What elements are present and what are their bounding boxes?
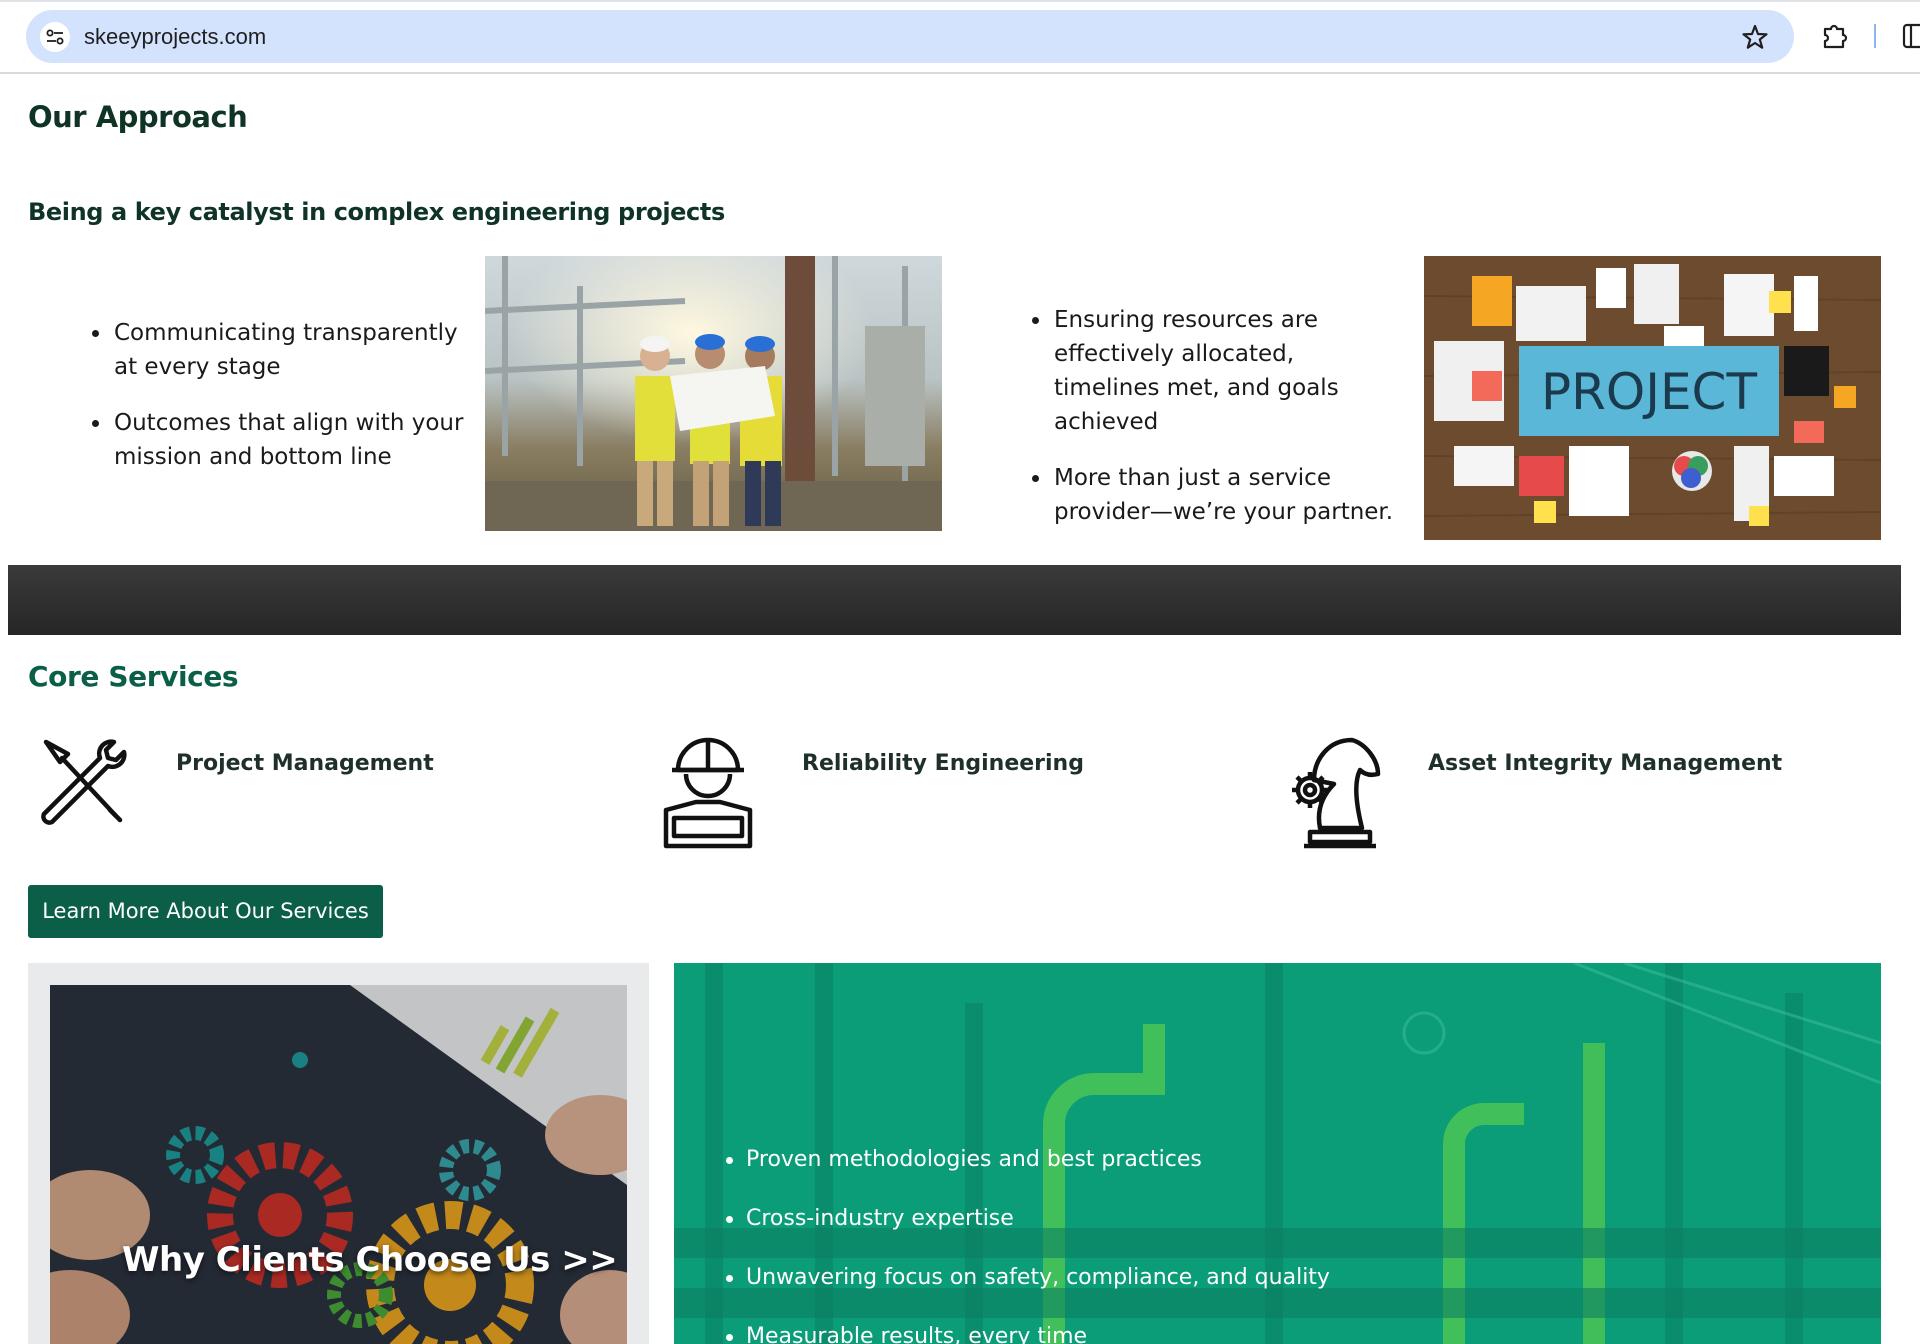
benefits-list: Proven methodologies and best practices …: [726, 1145, 1330, 1344]
list-item: Communicating transparently at every sta…: [92, 316, 472, 384]
tab-strip-edge: [0, 0, 1920, 2]
list-item: Cross-industry expertise: [726, 1204, 1330, 1263]
section-title-approach: Our Approach: [28, 100, 248, 134]
list-item: Unwavering focus on safety, compliance, …: [726, 1263, 1330, 1322]
list-item: Measurable results, every time: [726, 1322, 1330, 1344]
service-project-management: Project Management: [176, 751, 434, 776]
project-board-text: PROJECT: [1541, 363, 1757, 421]
url-text[interactable]: skeeyprojects.com: [84, 24, 266, 50]
section-subtitle-approach: Being a key catalyst in complex engineer…: [28, 198, 725, 226]
list-item: Ensuring resources are effectively alloc…: [1032, 303, 1402, 439]
service-asset-integrity-management: Asset Integrity Management: [1428, 751, 1783, 776]
chess-knight-gear-icon: [1280, 728, 1384, 854]
section-title-core-services: Core Services: [28, 660, 239, 693]
why-clients-title[interactable]: Why Clients Choose Us >>: [122, 1240, 618, 1280]
service-reliability-engineering: Reliability Engineering: [802, 751, 1084, 776]
benefits-panel: Proven methodologies and best practices …: [674, 963, 1881, 1344]
project-board-photo: PROJECT: [1424, 256, 1881, 540]
list-item: Outcomes that align with your mission an…: [92, 406, 472, 474]
toolbar-separator: [1874, 24, 1876, 48]
engineers-site-photo: [485, 256, 942, 531]
extensions-puzzle-icon[interactable]: [1818, 20, 1850, 52]
site-settings-icon[interactable]: [40, 22, 70, 52]
list-item: Proven methodologies and best practices: [726, 1145, 1330, 1204]
approach-bullets-right: Ensuring resources are effectively alloc…: [1032, 303, 1402, 551]
list-item: More than just a service provider—we’re …: [1032, 461, 1402, 529]
tools-icon: [28, 728, 132, 832]
video-banner-band: [8, 565, 1901, 635]
address-bar[interactable]: skeeyprojects.com: [26, 10, 1794, 63]
bookmark-star-icon[interactable]: [1740, 22, 1770, 52]
browser-chrome: skeeyprojects.com: [0, 0, 1920, 74]
side-panel-icon[interactable]: [1902, 22, 1920, 50]
gears-teamwork-photo: Why Clients Choose Us >>: [50, 985, 627, 1344]
learn-more-services-button[interactable]: Learn More About Our Services: [28, 885, 383, 938]
engineer-icon: [656, 728, 760, 854]
why-clients-card[interactable]: Why Clients Choose Us >>: [28, 963, 649, 1344]
approach-bullets-left: Communicating transparently at every sta…: [92, 316, 472, 496]
